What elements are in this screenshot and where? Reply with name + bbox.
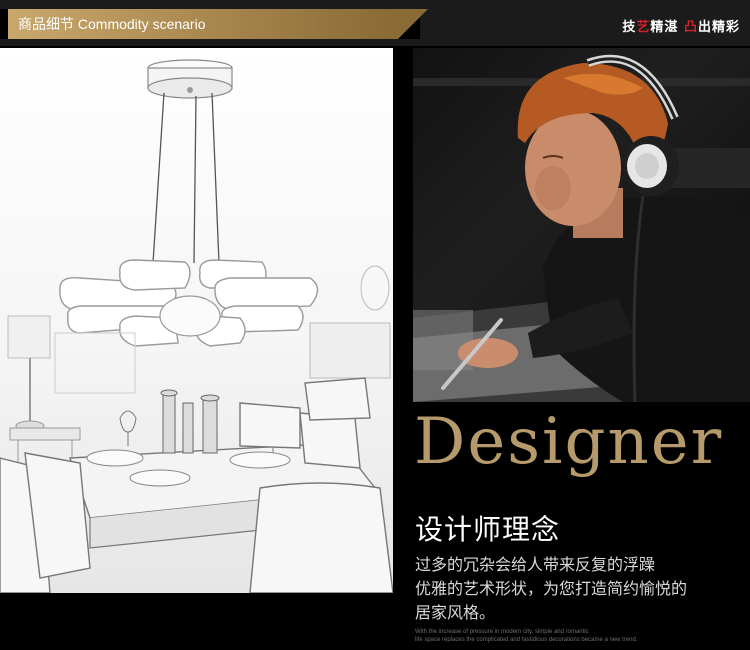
description-line: 居家风格。 — [415, 603, 496, 622]
note-line: life space replaces the complicated and … — [415, 637, 638, 643]
product-scene-image — [0, 48, 393, 593]
designer-portrait-illustration — [413, 54, 750, 402]
section-title-cn: 商品细节 — [18, 16, 74, 32]
section-title-en: Commodity scenario — [77, 16, 206, 32]
chandelier-sketch-illustration — [0, 59, 393, 593]
description-line: 优雅的艺术形状，为您打造简约愉悦的 — [415, 579, 688, 598]
tagline-red-char: 凸 — [683, 20, 698, 35]
tagline-red-char: 艺 — [636, 20, 651, 35]
header-bar: 商品细节 Commodity scenario 技艺精湛 凸出精彩 — [0, 0, 750, 46]
designer-description: 过多的冗杂会给人带来反复的浮躁 优雅的艺术形状，为您打造简约愉悦的 居家风格。 — [415, 553, 735, 625]
section-title: 商品细节 Commodity scenario — [18, 14, 206, 34]
header-tagline: 技艺精湛 凸出精彩 — [622, 16, 740, 35]
designer-english-note: With the increase of pressure in modern … — [415, 628, 745, 644]
tagline-part: 精湛 — [650, 20, 679, 35]
tagline-part: 出精彩 — [697, 20, 740, 35]
tagline-part: 技 — [622, 20, 637, 35]
designer-subheading: 设计师理念 — [415, 513, 561, 546]
designer-heading: Designer — [414, 405, 724, 479]
description-line: 过多的冗杂会给人带来反复的浮躁 — [415, 555, 656, 574]
designer-photo — [413, 48, 750, 402]
note-line: With the increase of pressure in modern … — [415, 629, 589, 635]
